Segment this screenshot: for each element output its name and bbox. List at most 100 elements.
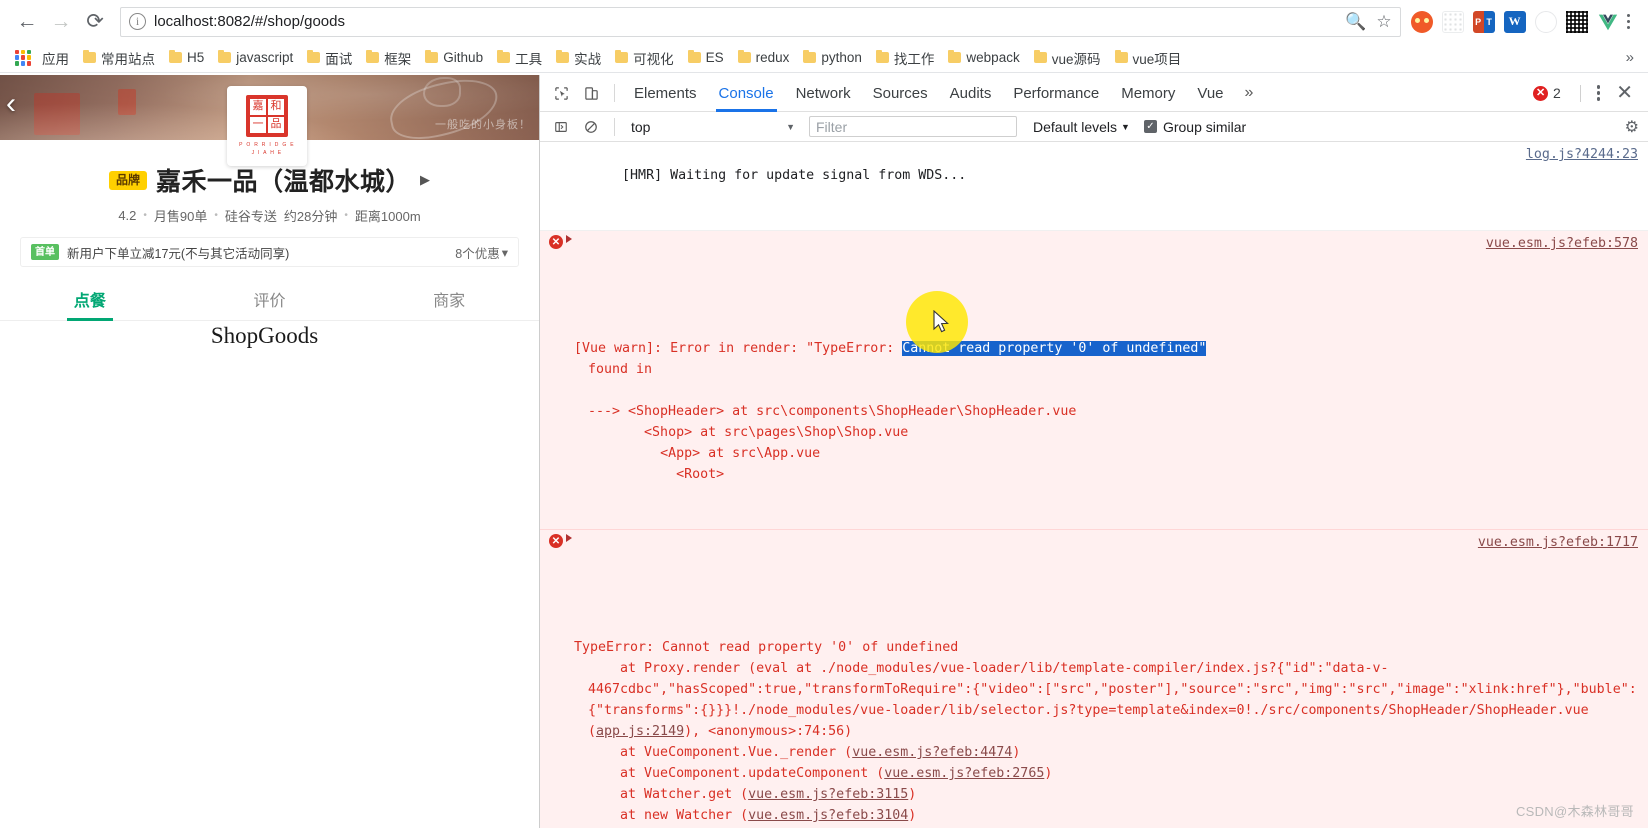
bookmark-folder[interactable]: vue源码 (1027, 46, 1108, 70)
message-source-link[interactable]: log.js?4244:23 (1526, 144, 1638, 165)
bookmark-folder[interactable]: 面试 (300, 46, 359, 70)
bookmark-folder[interactable]: Github (418, 48, 490, 67)
devtools-more-options-icon[interactable] (1590, 85, 1607, 101)
bookmark-folder[interactable]: 实战 (549, 46, 608, 70)
bookmark-label: 常用站点 (101, 51, 155, 67)
meta-dot: • (143, 210, 147, 221)
promo-count[interactable]: 8个优惠 ▾ (455, 243, 508, 262)
console-message-info[interactable]: [HMR] Waiting for update signal from WDS… (540, 142, 1648, 231)
bookmark-label: python (821, 50, 862, 65)
site-info-icon[interactable]: i (129, 13, 146, 30)
error-title: TypeError: Cannot read property '0' of u… (574, 640, 959, 655)
bookmark-folder[interactable]: redux (731, 48, 797, 67)
checkbox-icon[interactable]: ✓ (1143, 120, 1157, 133)
bookmark-folder[interactable]: 框架 (359, 46, 418, 70)
folder-icon (615, 49, 629, 63)
folder-icon (737, 49, 751, 63)
star-icon[interactable]: ☆ (1376, 12, 1391, 32)
console-context-selector[interactable]: top ▼ (623, 116, 803, 137)
expand-triangle-icon[interactable] (566, 235, 572, 243)
device-toolbar-icon[interactable] (576, 79, 606, 107)
message-source-link[interactable]: vue.esm.js?efeb:578 (1486, 233, 1638, 254)
address-bar[interactable]: i localhost:8082/#/shop/goods 🔍 ☆ (120, 6, 1401, 37)
bookmark-folder[interactable]: javascript (211, 48, 300, 67)
tab-network[interactable]: Network (785, 75, 862, 112)
apps-label: 应用 (42, 51, 69, 67)
bookmarks-overflow-icon[interactable]: » (1626, 49, 1640, 66)
extension-vue-devtools-icon[interactable] (1597, 11, 1619, 33)
console-sidebar-icon[interactable] (546, 113, 576, 141)
message-source-link[interactable]: vue.esm.js?efeb:1717 (1478, 532, 1638, 553)
meta-dot: • (214, 210, 218, 221)
message-body: [Vue warn]: Error in render: "TypeError:… (574, 338, 1638, 485)
reload-button[interactable]: ⟳ (78, 5, 112, 39)
log-levels-label: Default levels (1033, 118, 1118, 135)
bookmark-folder[interactable]: 工具 (490, 46, 549, 70)
forward-button[interactable]: → (44, 5, 78, 39)
zoom-search-icon[interactable]: 🔍 (1345, 12, 1366, 32)
clear-console-icon[interactable] (576, 113, 606, 141)
banner-decor-flourish-2 (423, 77, 461, 107)
extension-qrcode-icon[interactable] (1565, 10, 1588, 33)
tab-console[interactable]: Console (708, 75, 785, 112)
shop-tab-reviews[interactable]: 评价 (180, 281, 360, 320)
bookmark-folder[interactable]: 找工作 (869, 46, 942, 70)
warn-highlight: Cannot read property '0' of undefined" (902, 341, 1207, 356)
gear-icon[interactable]: ⚙ (1625, 117, 1639, 137)
error-count-badge[interactable]: ✕ 2 (1533, 85, 1561, 101)
shop-tab-merchant[interactable]: 商家 (359, 281, 539, 320)
stack-frame-link[interactable]: vue.esm.js?efeb:3104 (748, 808, 908, 823)
extension-orange-dots-icon[interactable] (1410, 10, 1433, 33)
stack-frame-fn: at Watcher.get ( (588, 787, 749, 802)
bookmark-folder[interactable]: 可视化 (608, 46, 681, 70)
promo-bar[interactable]: 首单 新用户下单立减17元(不与其它活动同享) 8个优惠 ▾ (20, 237, 519, 267)
console-message-error[interactable]: ✕ vue.esm.js?efeb:1717 TypeError: Cannot… (540, 530, 1648, 828)
back-button[interactable]: ← (10, 5, 44, 39)
console-message-error[interactable]: ✕ vue.esm.js?efeb:578 [Vue warn]: Error … (540, 231, 1648, 530)
inspect-element-icon[interactable] (546, 79, 576, 107)
expand-triangle-icon[interactable] (566, 534, 572, 542)
bookmark-label: 框架 (384, 51, 412, 67)
logo-pinyin-2: J I A H E (251, 150, 283, 156)
folder-icon (556, 49, 570, 63)
tab-performance[interactable]: Performance (1002, 75, 1110, 112)
browser-menu-icon[interactable] (1619, 13, 1638, 30)
extension-ppt-icon[interactable]: PT (1472, 10, 1495, 33)
bookmark-label: vue项目 (1132, 51, 1182, 67)
bookmark-folder[interactable]: python (796, 48, 869, 67)
shop-title-row[interactable]: 品牌 嘉禾一品（温都水城） ▶ (0, 162, 539, 198)
stack-blob-link[interactable]: app.js:2149 (596, 724, 684, 739)
stack-frame-link[interactable]: vue.esm.js?efeb:3115 (748, 787, 908, 802)
chevron-down-icon: ▾ (501, 245, 508, 260)
extension-circle-faded-icon[interactable] (1534, 10, 1557, 33)
warn-line: <App> at src\App.vue (588, 446, 821, 461)
tab-audits[interactable]: Audits (939, 75, 1003, 112)
back-chevron-icon[interactable]: ‹ (6, 89, 16, 119)
console-log-levels-selector[interactable]: Default levels ▼ (1033, 119, 1130, 135)
bookmark-folder[interactable]: H5 (162, 48, 211, 67)
close-devtools-icon[interactable]: ✕ (1609, 83, 1640, 103)
stack-frame-link[interactable]: vue.esm.js?efeb:4474 (852, 745, 1012, 760)
extension-grid-faded-icon[interactable] (1441, 10, 1464, 33)
bookmark-folder[interactable]: ES (681, 48, 731, 67)
console-messages[interactable]: [HMR] Waiting for update signal from WDS… (540, 142, 1648, 828)
bookmark-folder[interactable]: 常用站点 (76, 46, 162, 70)
console-filter-input[interactable] (809, 116, 1017, 137)
bookmark-folder[interactable]: vue项目 (1108, 46, 1189, 70)
toolbar-divider (614, 117, 615, 136)
tab-memory[interactable]: Memory (1110, 75, 1186, 112)
stack-frame-fn: at VueComponent.updateComponent ( (588, 766, 885, 781)
tab-sources[interactable]: Sources (862, 75, 939, 112)
stack-frame-fn: at new Watcher ( (588, 808, 749, 823)
bookmark-folder[interactable]: webpack (941, 48, 1026, 67)
stack-frame-link[interactable]: vue.esm.js?efeb:2765 (884, 766, 1044, 781)
tab-vue[interactable]: Vue (1186, 75, 1234, 112)
group-similar-toggle[interactable]: ✓ Group similar (1143, 119, 1246, 135)
extension-word-icon[interactable]: W (1503, 10, 1526, 33)
shop-tab-order[interactable]: 点餐 (0, 281, 180, 320)
error-icon: ✕ (549, 534, 563, 548)
chevron-right-icon[interactable]: ▶ (420, 172, 430, 188)
more-tabs-icon[interactable]: » (1235, 84, 1264, 102)
tab-elements[interactable]: Elements (623, 75, 708, 112)
apps-shortcut[interactable]: 应用 (8, 46, 76, 70)
